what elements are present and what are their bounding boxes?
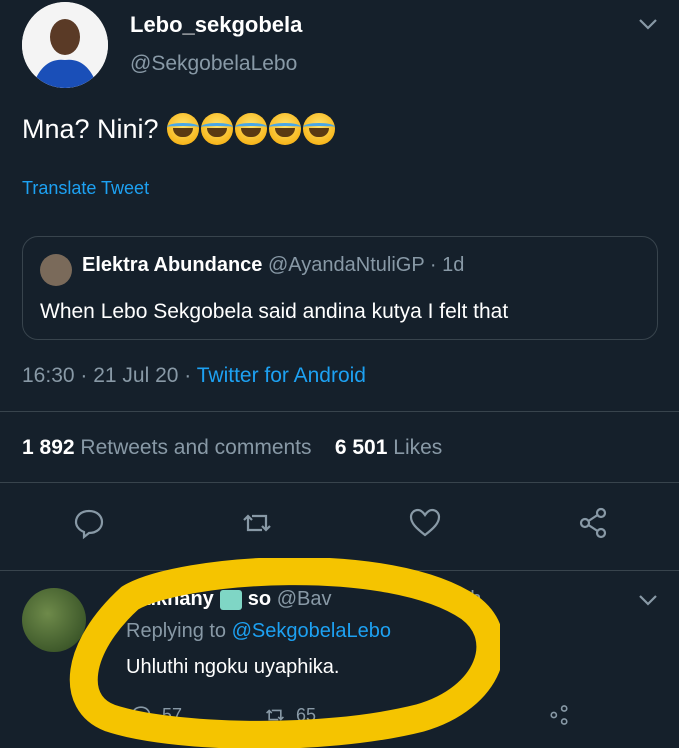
face-with-tears-of-joy-icon bbox=[200, 113, 233, 145]
quoted-tweet-header: Elektra Abundance @AyandaNtuliGP · 1d bbox=[82, 254, 464, 277]
timestamp-text: 16:30 · 21 Jul 20 · bbox=[22, 364, 197, 387]
face-with-tears-of-joy-icon bbox=[268, 113, 301, 145]
face-with-tears-of-joy-icon bbox=[234, 113, 267, 145]
chevron-down-icon[interactable] bbox=[636, 588, 660, 612]
quoted-author-meta: @AyandaNtuliGP · 1d bbox=[267, 254, 465, 276]
translate-tweet-link[interactable]: Translate Tweet bbox=[22, 178, 149, 199]
divider bbox=[0, 411, 679, 412]
like-heart-icon[interactable] bbox=[408, 506, 442, 540]
share-icon[interactable] bbox=[576, 506, 610, 540]
quoted-tweet-card[interactable] bbox=[22, 236, 658, 340]
author-display-name[interactable]: Lebo_sekgobela bbox=[130, 12, 302, 38]
tweet-text: Mna? Nini? bbox=[22, 113, 159, 144]
chevron-down-icon[interactable] bbox=[636, 12, 660, 36]
divider bbox=[0, 482, 679, 483]
reply-icon[interactable] bbox=[72, 506, 106, 540]
face-with-tears-of-joy-icon bbox=[166, 113, 199, 145]
author-avatar[interactable] bbox=[22, 2, 108, 88]
likes-count[interactable]: 6 501 bbox=[335, 436, 388, 459]
author-handle[interactable]: @SekgobelaLebo bbox=[130, 52, 297, 76]
tweet-stats: 1 892 Retweets and comments 6 501 Likes bbox=[22, 436, 442, 460]
tweet-source-link[interactable]: Twitter for Android bbox=[197, 364, 366, 387]
quoted-author-avatar bbox=[40, 254, 72, 286]
retweets-label[interactable]: Retweets and comments bbox=[80, 436, 311, 459]
tweet-text-row: Mna? Nini? bbox=[22, 113, 335, 145]
quoted-author-name: Elektra Abundance bbox=[82, 254, 263, 276]
retweet-icon[interactable] bbox=[240, 506, 274, 540]
retweets-count[interactable]: 1 892 bbox=[22, 436, 75, 459]
face-with-tears-of-joy-icon bbox=[302, 113, 335, 145]
highlight-annotation bbox=[69, 558, 500, 748]
emoji-group bbox=[166, 113, 335, 145]
quoted-tweet-text: When Lebo Sekgobela said andina kutya I … bbox=[40, 300, 509, 323]
likes-label[interactable]: Likes bbox=[393, 436, 442, 459]
tweet-timestamp: 16:30 · 21 Jul 20 · Twitter for Android bbox=[22, 364, 366, 388]
